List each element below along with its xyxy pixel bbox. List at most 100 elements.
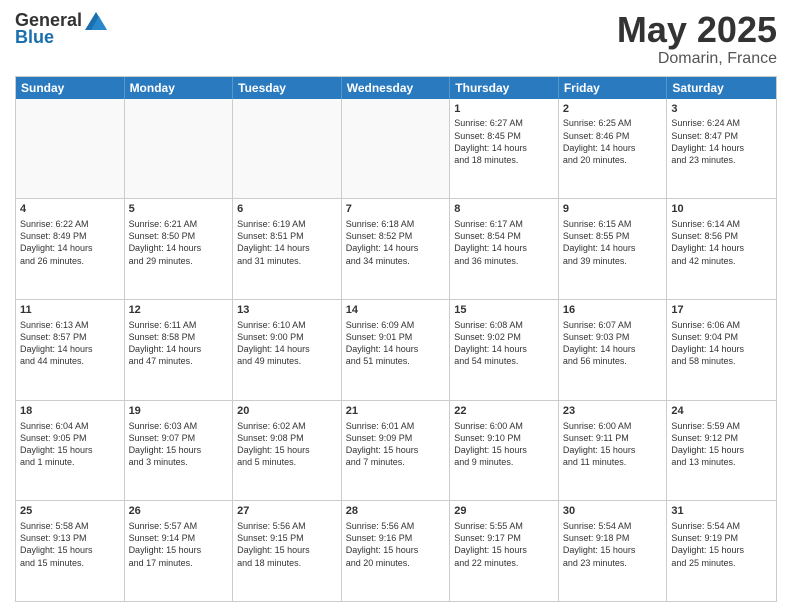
cell-info: Sunset: 8:47 PM	[671, 130, 772, 142]
cell-info: and 20 minutes.	[563, 154, 663, 166]
cell-info: Daylight: 14 hours	[454, 142, 554, 154]
cell-info: and 39 minutes.	[563, 255, 663, 267]
cell-info: Sunrise: 6:25 AM	[563, 117, 663, 129]
cell-info: Sunset: 9:07 PM	[129, 432, 229, 444]
header-day-monday: Monday	[125, 77, 234, 99]
cell-info: Daylight: 14 hours	[129, 343, 229, 355]
cell-info: Daylight: 14 hours	[671, 242, 772, 254]
header: General Blue May 2025 Domarin, France	[15, 10, 777, 68]
calendar-cell: 24Sunrise: 5:59 AMSunset: 9:12 PMDayligh…	[667, 401, 776, 501]
cell-info: Sunset: 9:13 PM	[20, 532, 120, 544]
cell-info: Sunset: 9:02 PM	[454, 331, 554, 343]
day-number: 1	[454, 102, 554, 117]
cell-info: Sunset: 8:49 PM	[20, 230, 120, 242]
cell-info: and 9 minutes.	[454, 456, 554, 468]
calendar-week-1: 1Sunrise: 6:27 AMSunset: 8:45 PMDaylight…	[16, 99, 776, 199]
calendar-cell: 30Sunrise: 5:54 AMSunset: 9:18 PMDayligh…	[559, 501, 668, 601]
cell-info: and 23 minutes.	[671, 154, 772, 166]
cell-info: Sunrise: 6:27 AM	[454, 117, 554, 129]
logo: General Blue	[15, 10, 108, 48]
header-day-saturday: Saturday	[667, 77, 776, 99]
calendar-week-3: 11Sunrise: 6:13 AMSunset: 8:57 PMDayligh…	[16, 299, 776, 400]
calendar-cell: 3Sunrise: 6:24 AMSunset: 8:47 PMDaylight…	[667, 99, 776, 199]
cell-info: and 47 minutes.	[129, 355, 229, 367]
cell-info: Daylight: 14 hours	[563, 242, 663, 254]
cell-info: Sunrise: 6:06 AM	[671, 319, 772, 331]
cell-info: Sunrise: 5:58 AM	[20, 520, 120, 532]
day-number: 10	[671, 202, 772, 217]
day-number: 11	[20, 303, 120, 318]
cell-info: Sunrise: 6:22 AM	[20, 218, 120, 230]
cell-info: Sunset: 8:55 PM	[563, 230, 663, 242]
calendar-cell: 1Sunrise: 6:27 AMSunset: 8:45 PMDaylight…	[450, 99, 559, 199]
day-number: 19	[129, 404, 229, 419]
cell-info: Daylight: 15 hours	[129, 544, 229, 556]
calendar-cell: 12Sunrise: 6:11 AMSunset: 8:58 PMDayligh…	[125, 300, 234, 400]
cell-info: Sunset: 8:57 PM	[20, 331, 120, 343]
cell-info: and 44 minutes.	[20, 355, 120, 367]
cell-info: Daylight: 15 hours	[454, 544, 554, 556]
cell-info: Daylight: 15 hours	[129, 444, 229, 456]
cell-info: Sunset: 8:45 PM	[454, 130, 554, 142]
calendar-cell: 18Sunrise: 6:04 AMSunset: 9:05 PMDayligh…	[16, 401, 125, 501]
cell-info: Sunrise: 6:09 AM	[346, 319, 446, 331]
cell-info: and 15 minutes.	[20, 557, 120, 569]
calendar-cell: 10Sunrise: 6:14 AMSunset: 8:56 PMDayligh…	[667, 199, 776, 299]
calendar-cell: 8Sunrise: 6:17 AMSunset: 8:54 PMDaylight…	[450, 199, 559, 299]
calendar-cell: 17Sunrise: 6:06 AMSunset: 9:04 PMDayligh…	[667, 300, 776, 400]
cell-info: and 56 minutes.	[563, 355, 663, 367]
cell-info: Sunrise: 6:01 AM	[346, 420, 446, 432]
calendar-week-4: 18Sunrise: 6:04 AMSunset: 9:05 PMDayligh…	[16, 400, 776, 501]
cell-info: Sunrise: 6:04 AM	[20, 420, 120, 432]
calendar-cell: 2Sunrise: 6:25 AMSunset: 8:46 PMDaylight…	[559, 99, 668, 199]
cell-info: Daylight: 15 hours	[20, 444, 120, 456]
cell-info: Daylight: 14 hours	[237, 242, 337, 254]
day-number: 12	[129, 303, 229, 318]
cell-info: Sunset: 9:12 PM	[671, 432, 772, 444]
day-number: 9	[563, 202, 663, 217]
calendar-cell: 22Sunrise: 6:00 AMSunset: 9:10 PMDayligh…	[450, 401, 559, 501]
day-number: 29	[454, 504, 554, 519]
cell-info: Daylight: 14 hours	[563, 142, 663, 154]
cell-info: Daylight: 14 hours	[563, 343, 663, 355]
cell-info: Sunrise: 6:21 AM	[129, 218, 229, 230]
day-number: 28	[346, 504, 446, 519]
cell-info: Sunrise: 6:00 AM	[563, 420, 663, 432]
day-number: 27	[237, 504, 337, 519]
logo-blue: Blue	[15, 27, 54, 48]
header-day-tuesday: Tuesday	[233, 77, 342, 99]
cell-info: Sunrise: 6:15 AM	[563, 218, 663, 230]
cell-info: Daylight: 14 hours	[671, 343, 772, 355]
cell-info: Daylight: 15 hours	[671, 544, 772, 556]
cell-info: Daylight: 14 hours	[237, 343, 337, 355]
calendar-cell: 9Sunrise: 6:15 AMSunset: 8:55 PMDaylight…	[559, 199, 668, 299]
cell-info: and 11 minutes.	[563, 456, 663, 468]
cell-info: Sunrise: 6:19 AM	[237, 218, 337, 230]
cell-info: Daylight: 14 hours	[454, 242, 554, 254]
cell-info: Sunset: 9:16 PM	[346, 532, 446, 544]
cell-info: Sunset: 9:03 PM	[563, 331, 663, 343]
cell-info: Daylight: 15 hours	[454, 444, 554, 456]
cell-info: and 7 minutes.	[346, 456, 446, 468]
calendar-body: 1Sunrise: 6:27 AMSunset: 8:45 PMDaylight…	[16, 99, 776, 601]
calendar: SundayMondayTuesdayWednesdayThursdayFrid…	[15, 76, 777, 602]
cell-info: Daylight: 15 hours	[563, 444, 663, 456]
cell-info: and 25 minutes.	[671, 557, 772, 569]
cell-info: Sunset: 9:00 PM	[237, 331, 337, 343]
cell-info: Sunrise: 6:03 AM	[129, 420, 229, 432]
calendar-cell: 11Sunrise: 6:13 AMSunset: 8:57 PMDayligh…	[16, 300, 125, 400]
cell-info: Sunrise: 5:56 AM	[237, 520, 337, 532]
day-number: 4	[20, 202, 120, 217]
calendar-cell: 29Sunrise: 5:55 AMSunset: 9:17 PMDayligh…	[450, 501, 559, 601]
calendar-cell: 7Sunrise: 6:18 AMSunset: 8:52 PMDaylight…	[342, 199, 451, 299]
cell-info: Sunset: 9:01 PM	[346, 331, 446, 343]
header-day-sunday: Sunday	[16, 77, 125, 99]
cell-info: Sunset: 9:04 PM	[671, 331, 772, 343]
calendar-cell: 19Sunrise: 6:03 AMSunset: 9:07 PMDayligh…	[125, 401, 234, 501]
cell-info: Sunrise: 5:56 AM	[346, 520, 446, 532]
cell-info: Daylight: 15 hours	[346, 544, 446, 556]
cell-info: Sunset: 9:19 PM	[671, 532, 772, 544]
cell-info: and 58 minutes.	[671, 355, 772, 367]
cell-info: Daylight: 15 hours	[671, 444, 772, 456]
cell-info: Sunrise: 6:11 AM	[129, 319, 229, 331]
